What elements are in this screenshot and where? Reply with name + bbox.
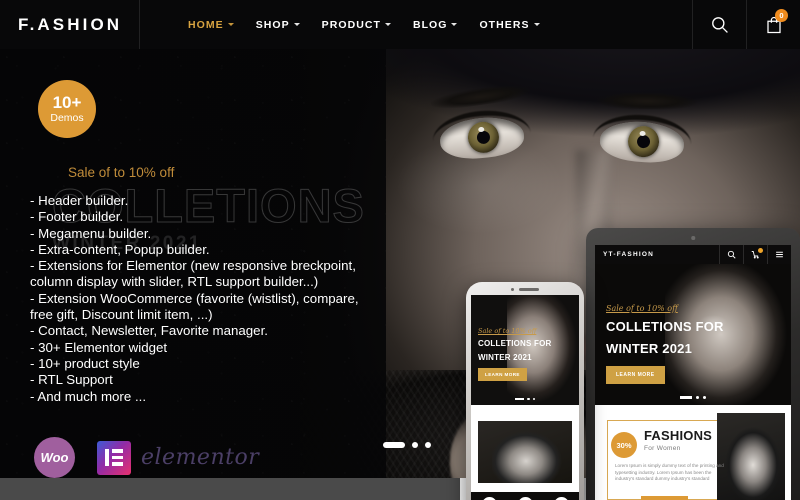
chevron-down-icon	[293, 23, 300, 26]
cart-button[interactable]: 0	[746, 0, 800, 49]
feature-item: - Extensions for Elementor (new responsi…	[30, 258, 356, 290]
tablet-slider-dot-active[interactable]	[680, 396, 692, 399]
nav-item-product-label: PRODUCT	[321, 18, 381, 31]
slider-pagination[interactable]	[383, 442, 431, 448]
slider-dot[interactable]	[412, 442, 418, 448]
phone-heading-line1: COLLETIONS FOR	[478, 339, 552, 348]
main-navigation: HOME SHOP PRODUCT BLOG OTHERS	[140, 0, 692, 49]
tablet-mockup: YT-FASHION Sale of to 10% off COLLETIONS…	[586, 228, 800, 500]
nav-item-home-label: HOME	[188, 18, 224, 31]
demos-badge[interactable]: 10+ Demos	[38, 80, 96, 138]
tablet-promo-section: 30% FASHIONS For Women Lorem Ipsum is si…	[595, 405, 791, 500]
nav-item-blog-label: BLOG	[412, 18, 448, 31]
tablet-cart-button[interactable]	[743, 245, 767, 264]
promo-subtitle: For Women	[644, 445, 681, 452]
feature-item: - Extra-content, Popup builder.	[30, 241, 210, 257]
tablet-menu-button[interactable]	[767, 245, 791, 264]
tablet-screen: YT-FASHION Sale of to 10% off COLLETIONS…	[595, 245, 791, 500]
partner-logos: Woo elementor	[34, 437, 259, 478]
phone-slider-dot-active[interactable]	[515, 397, 524, 400]
tablet-header: YT-FASHION	[595, 245, 791, 264]
slider-dot[interactable]	[425, 442, 431, 448]
demos-badge-number: 10+	[52, 93, 82, 113]
phone-action-bar: ⚲ 🛒 ❤	[471, 492, 579, 500]
elementor-logo: elementor	[97, 440, 260, 475]
tablet-brand-logo: YT-FASHION	[603, 251, 655, 258]
chevron-down-icon	[227, 23, 234, 26]
phone-learn-more-button[interactable]: LEARN MORE	[478, 368, 527, 381]
nav-item-others-label: OTHERS	[479, 18, 530, 31]
tablet-slider-pagination[interactable]	[680, 396, 706, 399]
feature-item: - 30+ Elementor widget	[30, 339, 168, 355]
woocommerce-logo-text: Woo	[40, 450, 69, 465]
feature-item: - Extension WooCommerce (favorite (wistl…	[30, 290, 359, 323]
nav-item-home[interactable]: HOME	[188, 19, 234, 31]
feature-item: - Megamenu builder.	[30, 225, 152, 241]
tablet-sale-text: Sale of to 10% off	[606, 304, 678, 313]
promo-body-text: Lorem Ipsum is simply dummy text of the …	[615, 463, 724, 482]
promo-title: FASHIONS	[644, 428, 713, 443]
chevron-down-icon	[384, 23, 391, 26]
nav-item-product[interactable]: PRODUCT	[322, 19, 391, 31]
promo-read-more-button[interactable]: READ MORE	[641, 496, 688, 500]
feature-item: - Contact, Newsletter, Favorite manager.	[30, 323, 268, 339]
tablet-cart-badge	[758, 248, 763, 253]
phone-sale-text: Sale of to 10% off	[478, 327, 537, 335]
brand-container[interactable]: F.ASHION	[0, 0, 140, 49]
hamburger-menu-icon	[776, 251, 783, 258]
feature-list: - Header builder. - Footer builder. - Me…	[30, 193, 375, 405]
phone-spacer	[471, 405, 579, 421]
nav-item-blog[interactable]: BLOG	[413, 19, 458, 31]
heart-icon[interactable]: ❤	[553, 496, 569, 500]
phone-mockup: Sale of to 10% off COLLETIONS FOR WINTER…	[466, 282, 584, 500]
feature-item: - Header builder.	[30, 193, 129, 208]
phone-slider-dot[interactable]	[532, 397, 535, 400]
cart-count-badge: 0	[775, 9, 788, 22]
phone-slider-dot[interactable]	[527, 397, 530, 400]
phone-heading-line2: WINTER 2021	[478, 352, 532, 362]
promo-discount-badge: 30%	[611, 432, 637, 458]
phone-product-image	[492, 431, 562, 483]
tablet-slider-dot[interactable]	[696, 396, 699, 399]
tablet-slider-dot[interactable]	[703, 396, 706, 399]
nav-item-shop-label: SHOP	[255, 18, 290, 31]
phone-slider-pagination[interactable]	[515, 397, 535, 400]
model-left-eye	[429, 81, 532, 162]
phone-hero-slide: Sale of to 10% off COLLETIONS FOR WINTER…	[471, 295, 579, 405]
tablet-learn-more-button[interactable]: LEARN MORE	[606, 366, 665, 384]
chevron-down-icon	[451, 23, 458, 26]
site-logo: F.ASHION	[18, 14, 123, 34]
elementor-logo-text: elementor	[141, 445, 260, 470]
nav-item-shop[interactable]: SHOP	[256, 19, 300, 31]
slider-dot-active[interactable]	[383, 442, 405, 448]
tablet-heading-line1: COLLETIONS FOR	[606, 319, 724, 334]
search-button[interactable]	[692, 0, 746, 49]
phone-speaker	[511, 288, 539, 291]
sale-text: Sale of to 10% off	[68, 165, 175, 180]
promo-heading-row: 30% FASHIONS For Women	[603, 415, 783, 458]
demos-badge-label: Demos	[50, 112, 84, 125]
tablet-hero-text: Sale of to 10% off COLLETIONS FOR WINTER…	[606, 304, 724, 384]
feature-item: - 10+ product style	[30, 355, 140, 371]
search-icon	[712, 17, 728, 33]
feature-item: - Footer builder.	[30, 209, 124, 225]
nav-item-others[interactable]: OTHERS	[479, 18, 540, 31]
site-header: F.ASHION HOME SHOP PRODUCT BLOG OTHERS 0	[0, 0, 800, 49]
feature-item: - And much more ...	[30, 388, 147, 404]
search-icon	[727, 250, 736, 259]
slider-banner: F.ASHION HOME SHOP PRODUCT BLOG OTHERS 0…	[0, 0, 800, 500]
tablet-heading-line2: WINTER 2021	[606, 340, 693, 356]
tablet-search-button[interactable]	[719, 245, 743, 264]
phone-screen: Sale of to 10% off COLLETIONS FOR WINTER…	[471, 295, 579, 500]
cart-icon[interactable]: 🛒	[517, 496, 533, 500]
elementor-mark-icon	[97, 440, 131, 475]
phone-product-card[interactable]	[478, 421, 572, 483]
feature-item: - RTL Support	[30, 372, 113, 388]
tablet-hero-slide: Sale of to 10% off COLLETIONS FOR WINTER…	[595, 264, 791, 405]
tablet-camera	[691, 236, 695, 240]
woocommerce-logo: Woo	[34, 437, 75, 478]
phone-hero-text: Sale of to 10% off COLLETIONS FOR WINTER…	[478, 327, 551, 381]
chevron-down-icon	[533, 23, 540, 26]
search-icon[interactable]: ⚲	[481, 496, 497, 500]
